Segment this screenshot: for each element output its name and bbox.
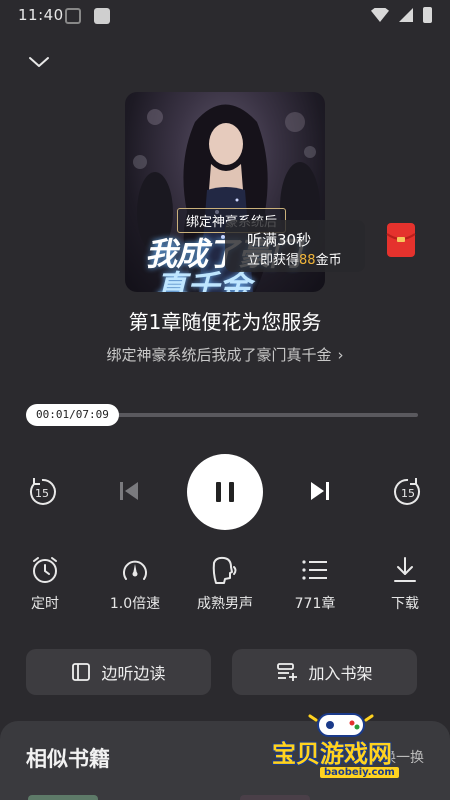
voice-label: 成熟男声: [197, 596, 253, 612]
rewind-15-button[interactable]: 15: [26, 476, 58, 512]
watermark-url: baobeiy.com: [320, 767, 399, 778]
chevron-down-icon: [29, 57, 49, 67]
red-envelope-icon: [386, 223, 416, 257]
notification-icon: [65, 8, 81, 24]
chapters-button[interactable]: 771章: [270, 555, 360, 613]
previous-button[interactable]: [118, 480, 140, 506]
forward-15-icon: 15: [394, 478, 421, 505]
reward-amount: 88: [299, 253, 316, 268]
next-button[interactable]: [309, 480, 331, 506]
similar-book-thumbnail[interactable]: [28, 795, 98, 800]
chapter-list-icon: [302, 560, 327, 580]
rewind-15-label: 15: [35, 487, 49, 500]
chevron-right-icon: ›: [337, 346, 344, 364]
previous-icon: [120, 482, 138, 500]
status-bar: 11:40: [0, 0, 450, 32]
speed-gauge-icon: [123, 560, 147, 580]
add-to-shelf-icon: [277, 663, 298, 681]
similar-book-thumbnail[interactable]: [240, 795, 310, 800]
chapter-title: 第1章随便花为您服务: [128, 310, 322, 334]
reward-tooltip-line2: 立即获得88金币: [247, 249, 342, 268]
download-button[interactable]: 下载: [360, 555, 450, 613]
red-packet-button[interactable]: [386, 222, 416, 258]
book-name-link[interactable]: 绑定神豪系统后我成了豪门真千金 ›: [0, 344, 450, 365]
voice-button[interactable]: 成熟男声: [180, 555, 270, 613]
forward-15-label: 15: [401, 487, 415, 500]
voice-head-icon: [212, 556, 237, 584]
listen-and-read-button[interactable]: 边听边读: [26, 649, 211, 695]
next-icon: [311, 482, 329, 500]
reward-tooltip-line1: 听满30秒: [247, 231, 312, 249]
app-notification-icon: [94, 8, 110, 24]
add-to-shelf-label: 加入书架: [308, 664, 373, 683]
timer-label: 定时: [31, 596, 59, 612]
wifi-icon: [371, 8, 389, 22]
battery-icon: [423, 7, 432, 23]
status-indicators: [371, 7, 432, 23]
site-watermark-logo: 宝贝游戏网 baobeiy.com: [272, 706, 424, 786]
book-open-icon: [72, 663, 91, 681]
timer-clock-icon: [33, 557, 57, 583]
book-name: 绑定神豪系统后我成了豪门真千金: [106, 346, 332, 364]
collapse-button[interactable]: [27, 52, 51, 72]
download-icon: [394, 557, 416, 582]
reward-tooltip: 听满30秒 立即获得88金币: [225, 220, 365, 272]
speed-button[interactable]: 1.0倍速: [90, 555, 180, 613]
reward-prefix: 立即获得: [247, 253, 300, 268]
timer-button[interactable]: 定时: [0, 555, 90, 613]
forward-15-button[interactable]: 15: [392, 476, 424, 512]
listen-and-read-label: 边听边读: [101, 664, 166, 683]
progress-time-thumb[interactable]: 00:01/07:09: [26, 404, 119, 426]
rewind-15-icon: 15: [29, 478, 56, 505]
speed-label: 1.0倍速: [109, 596, 161, 612]
signal-icon: [399, 8, 413, 22]
similar-books-title: 相似书籍: [26, 747, 110, 771]
add-to-shelf-button[interactable]: 加入书架: [232, 649, 417, 695]
pause-button[interactable]: [187, 454, 263, 530]
watermark-text: 宝贝游戏网: [272, 740, 392, 768]
reward-suffix: 金币: [315, 253, 342, 268]
status-time: 11:40: [18, 6, 64, 24]
download-label: 下载: [391, 596, 419, 612]
chapters-label: 771章: [294, 596, 336, 612]
